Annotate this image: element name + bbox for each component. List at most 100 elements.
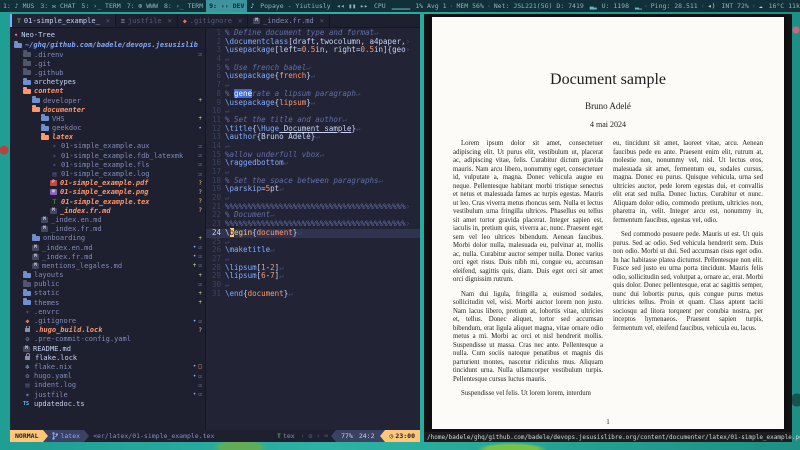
image-icon: ▦ [50,189,57,195]
tree-item--index-en-md[interactable]: M_index.en.md [10,215,205,224]
eol-marker: ↵ [225,80,230,89]
code-token: \lipsum [225,263,257,272]
workspace-tab-term[interactable]: 5: ›_ TERM [79,0,124,12]
tree-item-layouts[interactable]: layouts+ [10,271,205,280]
terminal-window[interactable]: T01-simple_example_×≡justfile×◆.gitignor… [10,14,420,442]
tree-item-mentions-legales-md[interactable]: Mmentions_legales.md+☑ [10,261,205,270]
buffer-tab--index-fr-md[interactable]: M_index.fr.md× [248,14,330,27]
workspace-tab-www[interactable]: 7: ⊛ WWW [124,0,161,12]
tree-item-archetypes[interactable]: archetypes [10,78,205,87]
code-token: \raggedbottom [225,158,284,167]
code-token: pt [270,184,279,193]
tree-item--github[interactable]: .github [10,68,205,77]
just-icon: ∗ [23,391,32,399]
tree-item-01-simple-example-pdf[interactable]: P01-simple_example.pdf? [10,179,205,188]
close-icon[interactable]: × [168,17,172,25]
tree-item-01-simple-example-fls[interactable]: ∗01-simple_example.fls☑ [10,160,205,169]
code-line-6[interactable]: 6\usepackage{french}↵ [206,72,420,81]
tree-item-01-simple-example-tex[interactable]: T01-simple_example.tex? [10,197,205,206]
code-line-24[interactable]: 24\begin{document}↵ [206,229,420,238]
close-icon[interactable]: × [320,17,324,25]
buffer-tab-01-simple-example-[interactable]: T01-simple_example_× [10,14,116,27]
env-file-icon: ∗ [23,308,32,316]
tree-item-vhs[interactable]: VHS+ [10,114,205,123]
code-line-26[interactable]: 26\maketitle↵ [206,246,420,255]
git-status-badge: • [193,363,197,370]
log-icon: ▤ [23,381,32,389]
code-line-3[interactable]: 3\usepackage[left=0.5in, right=0.5in]{ge… [206,46,420,55]
code-token: % Document [225,210,270,219]
tree-item-themes[interactable]: themes + [10,298,205,307]
code-token: % Set the title and author [225,115,342,124]
git-status-badge: ☑ [198,281,202,288]
git-status-badge: ☑ [198,161,202,168]
buffer-tab-justfile[interactable]: ≡justfile× [116,14,178,27]
tree-item--index-fr-md[interactable]: M_index.fr.md [10,225,205,234]
status-icon: ♪ [250,2,258,10]
tree-item-justfile[interactable]: ∗justfile•☑ [10,390,205,399]
tree-item-indent-log[interactable]: ▤indent.log☑ [10,381,205,390]
code-line-19[interactable]: 19\parskip=5pt↵ [206,185,420,194]
workspace-tab-chat[interactable]: 3: ✉ CHAT [37,0,78,12]
tree-item-flake-nix[interactable]: ❄flake.nix•□ [10,362,205,371]
tree-item--index-en-md[interactable]: M_index.en.md•☑ [10,243,205,252]
tree-item-flake-lock[interactable]: flake.lock [10,353,205,362]
tree-item-01-simple-example-aux[interactable]: ∗01-simple_example.aux☑ [10,142,205,151]
eol-marker: ↵ [225,254,230,263]
tree-item-geekdoc[interactable]: geekdoc• [10,124,205,133]
neotree-root[interactable]: ~/ghq/github.com/badele/devops.jesusisli… [10,40,205,50]
code-line-13[interactable]: 13\author{Bruno Adelé}↵ [206,133,420,142]
tree-item--gitignore[interactable]: ◆.gitignore•☑ [10,316,205,325]
tree-item--envrc[interactable]: ∗.envrc [10,307,205,316]
code-line-29[interactable]: 29\lipsum[6-7]↵ [206,272,420,281]
close-icon[interactable]: × [238,17,242,25]
code-token: \Huge [257,124,280,133]
status-segment: ▂▁ [632,0,644,12]
tree-item-readme-md[interactable]: MREADME.md [10,344,205,353]
code-line-9[interactable]: 9\usepackage{lipsum}↵ [206,99,420,108]
tree-item-latex[interactable]: latex [10,133,205,142]
git-status-badge: + [198,299,202,306]
neotree-panel[interactable]: ▾Neo-Tree ~/ghq/github.com/badele/devops… [10,28,206,430]
tree-item--pre-commit-config-yaml[interactable]: ⚙.pre-commit-config.yaml [10,335,205,344]
code-token: Document sample [279,124,351,133]
close-icon[interactable]: × [106,17,110,25]
tree-item-01-simple-example-fdb-latexmk[interactable]: ∗01-simple_example.fdb_latexmk☑ [10,151,205,160]
tree-item-01-simple-example-log[interactable]: ▤01-simple_example.log☑ [10,169,205,178]
workspace-tab-mus[interactable]: 1: ♪ MUS [0,0,37,12]
code-line-31[interactable]: 31\end{document}↵ [206,290,420,299]
tree-item--index-fr-md[interactable]: M_index.fr.md? [10,206,205,215]
tree-item-label: 01-simple_example.pdf [60,179,149,187]
status-segment: ◂) INT 72% [705,0,752,12]
tree-item-public[interactable]: public☑ [10,280,205,289]
tree-item--hugo-build-lock[interactable]: .hugo_build.lock? [10,326,205,335]
git-status-badge: ☑ [198,171,202,178]
tree-item-label: _index.en.md [42,244,93,252]
workspace-tab-term[interactable]: 8: ›_ TERM [161,0,206,12]
tree-item--index-fr-md[interactable]: M_index.fr.md•☑ [10,252,205,261]
tree-item-label: themes [34,299,59,307]
tree-item-label: archetypes [34,78,76,86]
tree-item-static[interactable]: static+ [10,289,205,298]
tree-item-onboarding[interactable]: onboarding+ [10,234,205,243]
tree-item-updatedoc-ts[interactable]: TSupdatedoc.ts [10,399,205,408]
pdf-viewer-window[interactable]: Document sample Bruno Adelé 4 mai 2024 L… [424,14,792,442]
tree-item-01-simple-example-png[interactable]: ▦01-simple_example.png? [10,188,205,197]
code-line-16[interactable]: 16\raggedbottom↵ [206,159,420,168]
tree-item--direnv[interactable]: .direnv☑ [10,50,205,59]
git-status-badge: + [198,235,202,242]
tree-item--git[interactable]: .git [10,59,205,68]
buffer-tab-label: justfile [128,17,162,25]
tree-item-documenter[interactable]: documenter [10,105,205,114]
buffer-tab--gitignore[interactable]: ◆.gitignore× [178,14,248,27]
tree-item-developer[interactable]: developer+ [10,96,205,105]
code-token: › [406,37,411,46]
tree-item-content[interactable]: content [10,87,205,96]
editor-buffer[interactable]: 1% Define document type and format↵2\doc… [206,28,420,430]
code-token: \usepackage [225,98,275,107]
status-segment: ▃▂ [587,0,599,12]
tree-item-label: VHS [52,115,65,123]
tree-item-hugo-yaml[interactable]: ⚙hugo.yaml•☑ [10,372,205,381]
git-status-badge: ☑ [198,373,202,380]
workspace-tab-dev[interactable]: 9: ‹› DEV [206,0,247,12]
